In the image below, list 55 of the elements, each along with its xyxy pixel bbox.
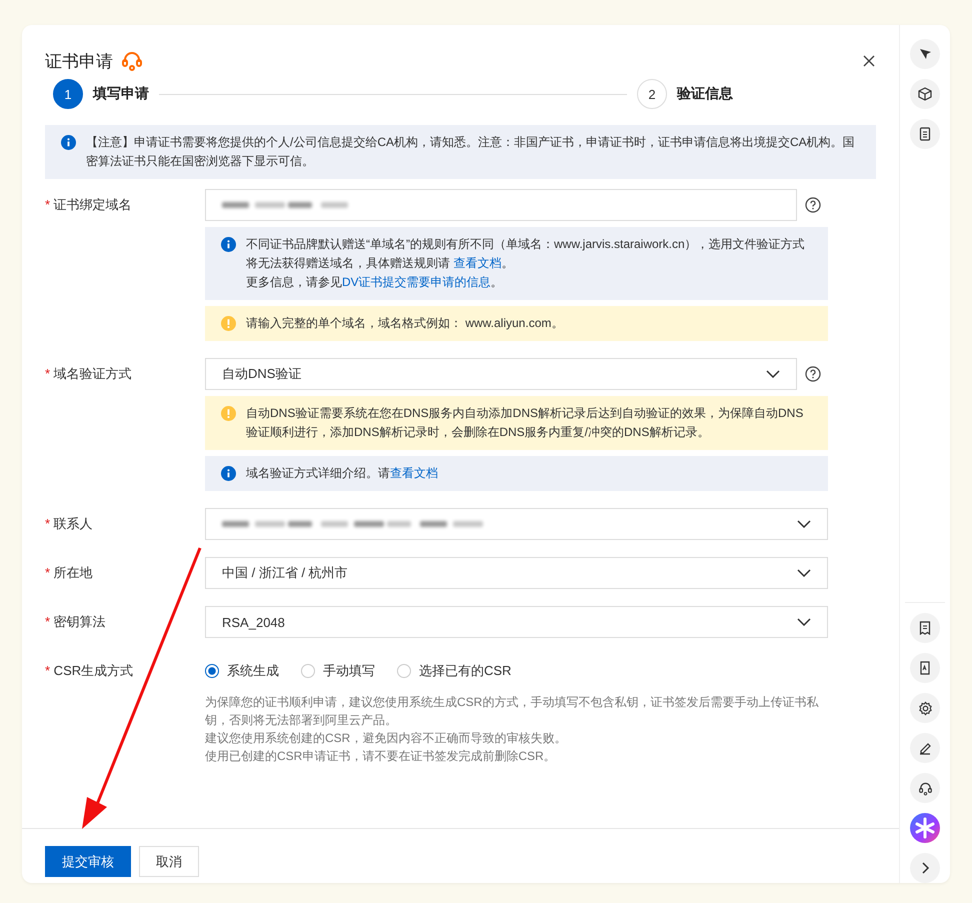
info-icon	[61, 135, 76, 150]
field-label: * 联系人	[45, 515, 94, 533]
close-icon[interactable]	[862, 54, 876, 68]
cancel-button[interactable]: 取消	[139, 846, 199, 877]
info-icon	[221, 466, 236, 481]
radio-option[interactable]: 手动填写	[301, 662, 375, 680]
doc-link[interactable]: 查看文档	[453, 256, 502, 270]
settings-icon[interactable]	[910, 693, 940, 723]
warning-icon	[221, 406, 236, 421]
field-label: * 密钥算法	[45, 613, 107, 631]
field-label: * 域名验证方式	[45, 365, 133, 383]
note-text: 域名验证方式详细介绍。请查看文档	[246, 465, 438, 482]
note-text: 请输入完整的单个域名，域名格式例如： www.aliyun.com。	[246, 315, 564, 332]
pointer-icon[interactable]	[910, 39, 940, 69]
chevron-right-icon[interactable]	[910, 853, 940, 883]
help-text: 建议您使用系统创建的CSR，避免因内容不正确而导致的审核失败。	[205, 730, 568, 747]
select-field[interactable]: 中国 / 浙江省 / 杭州市	[205, 557, 828, 589]
chevron-down-icon	[797, 569, 811, 577]
notice-text: 【注意】申请证书需要将您提供的个人/公司信息提交给CA机构，请知悉。注意：非国产证书，申请证书时，证书申请信息将出境提交CA机构。国密算法证书只能在国密浏览器下显示可信。	[86, 134, 856, 170]
select-field[interactable]: RSA_2048	[205, 606, 828, 638]
note-text: 更多信息，请参见DV证书提交需要申请的信息。	[246, 274, 504, 291]
headset-icon[interactable]	[910, 773, 940, 803]
note-text: 自动DNS验证需要系统在您在DNS服务内自动添加DNS解析记录后达到自动验证的效果，为保障自动DNS验证顺利进行，添加DNS解析记录时，会删除在DNS服务内重复/冲突的DNS解析记录。	[246, 405, 804, 441]
doc-link[interactable]: 查看文档	[390, 466, 438, 480]
help-icon[interactable]	[805, 366, 821, 382]
select-field[interactable]: 自动DNS验证	[205, 358, 797, 390]
doc-link[interactable]: DV证书提交需要申请的信息	[342, 275, 491, 289]
radio-option[interactable]: 系统生成	[205, 662, 279, 680]
receipt-icon[interactable]	[910, 613, 940, 643]
select-field[interactable]	[205, 508, 828, 540]
dialog-title: 证书申请	[45, 50, 113, 72]
edit-icon[interactable]	[910, 733, 940, 763]
cube-icon[interactable]	[910, 79, 940, 109]
chevron-down-icon	[797, 618, 811, 626]
step-label: 验证信息	[677, 85, 733, 103]
step-number: 2	[637, 79, 667, 109]
field-label: * 证书绑定域名	[45, 196, 133, 214]
radio-option[interactable]: 选择已有的CSR	[397, 662, 512, 680]
submit-button[interactable]: 提交审核	[45, 846, 131, 877]
help-text: 为保障您的证书顺利申请，建议您使用系统生成CSR的方式，手动填写不包含私钥，证书签发后需要手动上传证书私钥，否则将无法部署到阿里云产品。	[205, 694, 820, 729]
note-text: 不同证书品牌默认赠送“单域名”的规则有所不同（单域名：www.jarvis.staraiwork.cn），选用文件验证方式将无法获得赠送域名，具体赠送规则请 查看文档。	[246, 236, 806, 272]
help-icon[interactable]	[805, 197, 821, 213]
field-label: * CSR生成方式	[45, 662, 134, 680]
chevron-down-icon	[797, 520, 811, 528]
input-field[interactable]	[205, 189, 797, 221]
step-number: 1	[53, 79, 83, 109]
api-document-icon[interactable]	[910, 653, 940, 683]
field-label: * 所在地	[45, 564, 94, 582]
warning-icon	[221, 316, 236, 331]
chevron-down-icon	[766, 370, 780, 378]
assistant-logo-icon[interactable]	[910, 813, 940, 843]
document-icon[interactable]	[910, 119, 940, 149]
step-label: 填写申请	[93, 85, 149, 103]
help-text: 使用已创建的CSR申请证书，请不要在证书签发完成前删除CSR。	[205, 748, 557, 765]
info-icon	[221, 237, 236, 252]
